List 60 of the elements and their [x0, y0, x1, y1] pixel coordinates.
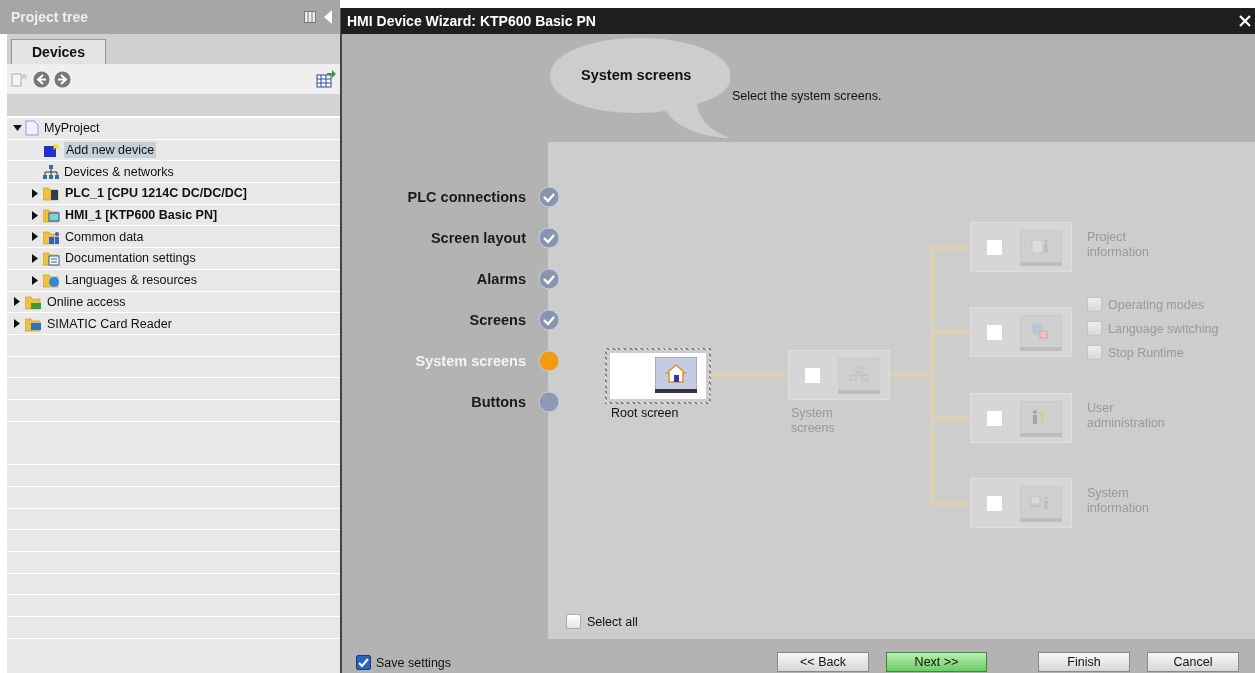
wizard-button[interactable]: Cancel [1147, 652, 1239, 672]
collapsed-arrow-icon[interactable] [32, 275, 38, 285]
folder-icon [43, 228, 60, 245]
collapsed-arrow-icon[interactable] [14, 319, 20, 329]
step-label: Alarms [476, 271, 526, 287]
folder-icon [43, 185, 60, 202]
window-title: HMI Device Wizard: KTP600 Basic PN [347, 13, 596, 29]
step-label: System screens [415, 353, 526, 369]
tree-item[interactable]: Add new device [64, 142, 157, 159]
collapse-icon[interactable] [324, 10, 332, 24]
screen-icon [1020, 401, 1062, 437]
description: Select the system screens. [732, 89, 882, 103]
collapsed-arrow-icon[interactable] [32, 188, 38, 198]
screen-node[interactable] [970, 393, 1072, 443]
network-icon [43, 163, 59, 180]
folder-icon [25, 315, 42, 332]
wizard-button[interactable]: Next >> [886, 652, 987, 672]
table-export-icon[interactable] [316, 70, 336, 88]
close-icon[interactable] [1239, 15, 1251, 27]
tab[interactable]: Devices [11, 39, 106, 64]
screen-node[interactable] [970, 478, 1072, 528]
screen-icon [838, 358, 880, 394]
root-screen-node[interactable] [605, 348, 711, 404]
folder-icon [25, 293, 42, 310]
checkbox-label: Select all [587, 614, 638, 629]
screen-icon [1020, 230, 1062, 266]
home-icon [655, 357, 697, 393]
checkbox[interactable] [566, 614, 581, 629]
screen-icon [1020, 315, 1062, 351]
collapsed-arrow-icon[interactable] [32, 232, 38, 242]
checkbox[interactable] [356, 655, 371, 670]
wizard-button[interactable]: Finish [1038, 652, 1130, 672]
tree-item[interactable]: MyProject [42, 120, 102, 137]
collapsed-arrow-icon[interactable] [14, 297, 20, 307]
folder-icon [43, 207, 60, 224]
new-device-icon [43, 142, 61, 159]
collapsed-arrow-icon[interactable] [32, 210, 38, 220]
collapsed-arrow-icon[interactable] [32, 253, 38, 263]
columns-icon[interactable] [304, 11, 316, 23]
checkbox-label: Save settings [376, 655, 452, 670]
step-label: PLC connections [407, 189, 526, 205]
check-icon [358, 657, 369, 668]
folder-icon [43, 272, 60, 289]
node-label: Root screen [611, 406, 679, 420]
document-icon [25, 120, 39, 137]
forward-icon[interactable] [54, 70, 71, 88]
step-label: Screens [469, 312, 526, 328]
wizard-button[interactable]: << Back [777, 652, 869, 672]
panel-title: Project tree [11, 9, 89, 25]
expanded-arrow-icon[interactable] [12, 125, 22, 132]
screen-icon [1020, 486, 1062, 522]
screen-node[interactable] [788, 350, 890, 400]
tree-item[interactable]: Common data [63, 228, 146, 245]
bubble-title: System screens [581, 67, 692, 83]
step-label: Buttons [471, 394, 526, 410]
screen-node[interactable] [970, 307, 1072, 357]
tree-item[interactable]: Online access [45, 293, 128, 310]
step-label: Screen layout [430, 230, 526, 246]
screen-node[interactable] [970, 222, 1072, 272]
back-icon[interactable] [33, 70, 50, 88]
